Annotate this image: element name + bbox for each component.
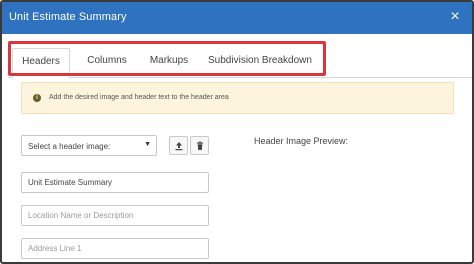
dialog-title: Unit Estimate Summary [9, 11, 127, 23]
header-image-preview-label: Header Image Preview: [254, 136, 349, 146]
dialog-window: Unit Estimate Summary × Headers Columns … [0, 0, 474, 264]
tab-headers[interactable]: Headers [12, 48, 70, 78]
info-icon: i [33, 94, 41, 102]
tab-label: Columns [87, 55, 127, 66]
trash-icon [197, 141, 203, 150]
header-image-select-value: Select a header image: [28, 142, 111, 151]
tab-markups[interactable]: Markups [138, 48, 200, 78]
alert-text: Add the desired image and header text to… [49, 94, 229, 101]
tab-subdivision-breakdown[interactable]: Subdivision Breakdown [202, 48, 318, 78]
tab-label: Markups [149, 55, 189, 66]
close-icon[interactable]: × [446, 8, 464, 26]
location-input[interactable] [21, 205, 209, 226]
upload-image-button[interactable] [169, 136, 188, 155]
header-image-select[interactable]: Select a header image: ▼ [21, 135, 157, 156]
tab-columns[interactable]: Columns [76, 48, 138, 78]
caret-down-icon: ▼ [144, 141, 151, 148]
tab-label: Subdivision Breakdown [208, 55, 312, 66]
header-title-input[interactable] [21, 172, 209, 193]
tab-label: Headers [22, 56, 60, 67]
dialog-titlebar: Unit Estimate Summary × [2, 2, 472, 34]
tab-bar: Headers Columns Markups Subdivision Brea… [8, 44, 472, 78]
upload-icon [175, 142, 183, 151]
info-alert: i Add the desired image and header text … [21, 82, 454, 114]
delete-image-button[interactable] [190, 136, 209, 155]
address-line-1-input[interactable] [21, 238, 209, 259]
